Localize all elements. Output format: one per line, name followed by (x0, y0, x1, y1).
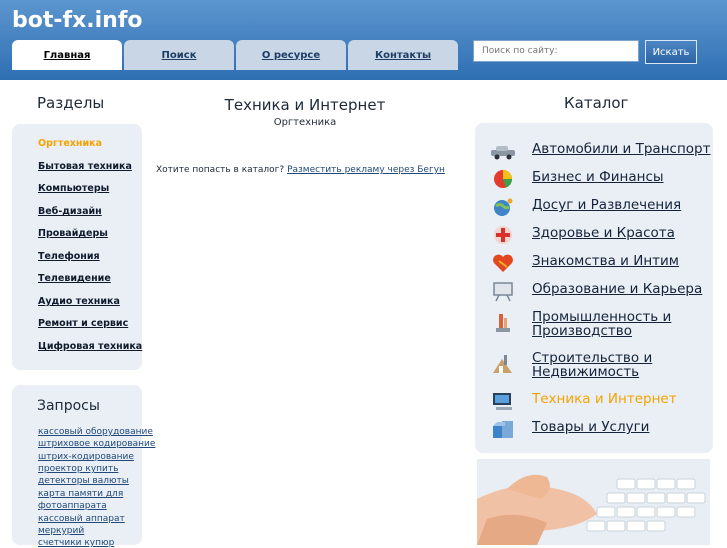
catalog-item-leisure[interactable]: Досуг и Развлечения (490, 194, 722, 222)
catalog-item-goods[interactable]: Товары и Услуги (490, 416, 722, 444)
query-link[interactable]: штриховое кодирование (38, 439, 155, 449)
query-link[interactable]: проектор купить (38, 464, 118, 474)
car-icon (491, 146, 515, 160)
search-button[interactable]: Искать (645, 40, 697, 64)
tab-about[interactable]: О ресурсе (236, 40, 346, 70)
catalog-item-industry[interactable]: Промышленность и Производство (490, 306, 722, 342)
page-subtitle: Оргтехника (273, 117, 337, 128)
section-item-orgtech[interactable]: Оргтехника (38, 138, 102, 149)
computer-icon (493, 393, 512, 410)
catalog-ad-message: Хотите попасть в каталог? Разместить рек… (156, 165, 445, 175)
section-item-digital[interactable]: Цифровая техника (38, 341, 142, 352)
section-item-telephony[interactable]: Телефония (38, 251, 100, 262)
catalog-item-dating[interactable]: Знакомства и Интим (490, 250, 722, 278)
building-icon (493, 355, 512, 373)
tab-contacts[interactable]: Контакты (348, 40, 458, 70)
catalog-item-label: Техника и Интернет (532, 391, 677, 407)
catalog-item-label: Образование и Карьера (532, 281, 703, 297)
tab-search[interactable]: Поиск (124, 40, 234, 70)
search-input[interactable] (473, 40, 639, 62)
catalog-item-auto[interactable]: Автомобили и Транспорт (490, 138, 722, 166)
tab-home[interactable]: Главная (12, 40, 122, 70)
pie-chart-icon (494, 170, 512, 188)
catalog-title: Каталог (564, 94, 629, 112)
catalog-item-education[interactable]: Образование и Карьера (490, 278, 722, 306)
ad-placement-link[interactable]: Разместить рекламу через Бегун (287, 165, 445, 175)
catalog-item-construction[interactable]: Строительство и Недвижимость (490, 347, 722, 383)
catalog-item-label: Промышленность и Производство (532, 309, 672, 339)
query-link[interactable]: карта памяти для (38, 489, 123, 499)
catalog-item-business[interactable]: Бизнес и Финансы (490, 166, 722, 194)
section-item-webdesign[interactable]: Веб-дизайн (38, 206, 102, 217)
section-item-appliances[interactable]: Бытовая техника (38, 161, 132, 172)
query-link[interactable]: меркурий (38, 526, 84, 536)
queries-title: Запросы (37, 398, 100, 414)
query-link[interactable]: кассовый аппарат (38, 514, 125, 524)
goods-icon (493, 421, 513, 438)
keyboard-photo (477, 459, 710, 545)
section-item-providers[interactable]: Провайдеры (38, 228, 108, 239)
catalog-item-label: Бизнес и Финансы (532, 169, 664, 185)
catalog-item-label: Досуг и Развлечения (532, 197, 682, 213)
globe-icon (494, 198, 513, 216)
section-item-audio[interactable]: Аудио техника (38, 296, 120, 307)
section-item-computers[interactable]: Компьютеры (38, 183, 109, 194)
page-title: Техника и Интернет (224, 96, 386, 114)
section-item-repair[interactable]: Ремонт и сервис (38, 318, 128, 329)
site-logo[interactable]: bot-fx.info (12, 8, 143, 33)
factory-icon (496, 314, 510, 332)
query-link[interactable]: детекторы валюты (38, 476, 129, 486)
health-icon (494, 226, 512, 244)
query-link[interactable]: штрих-кодирование (38, 452, 134, 462)
section-item-television[interactable]: Телевидение (38, 273, 111, 284)
hands-keyboard-image (477, 459, 710, 545)
catalog-item-health[interactable]: Здоровье и Красота (490, 222, 722, 250)
catalog-item-label: Строительство и Недвижимость (532, 350, 653, 380)
catalog-item-label: Автомобили и Транспорт (532, 141, 711, 157)
board-icon (493, 282, 513, 302)
heart-icon (493, 254, 513, 272)
catalog-item-label: Здоровье и Красота (532, 225, 675, 241)
sections-title: Разделы (37, 94, 105, 112)
ad-message-text: Хотите попасть в каталог? (156, 165, 285, 175)
query-link[interactable]: счетчики купюр (38, 538, 114, 548)
query-link[interactable]: кассовый оборудование (38, 427, 153, 437)
query-link[interactable]: фотоаппарата (38, 501, 107, 511)
catalog-item-tech-internet[interactable]: Техника и Интернет (490, 388, 722, 416)
catalog-item-label: Знакомства и Интим (532, 253, 679, 269)
catalog-item-label: Товары и Услуги (532, 419, 650, 435)
